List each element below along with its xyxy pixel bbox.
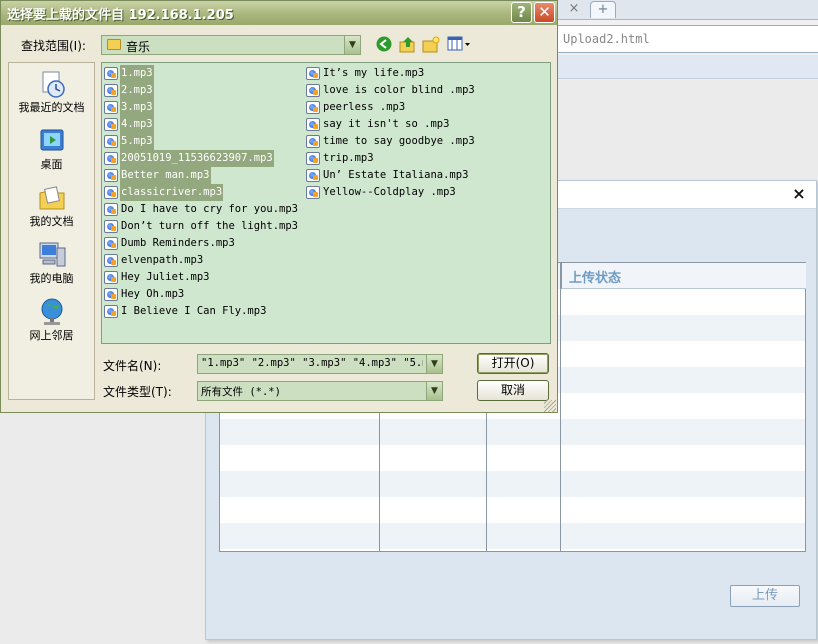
open-button[interactable]: 打开(O): [477, 353, 549, 374]
dialog-titlebar[interactable]: 选择要上载的文件自 192.168.1.205 ? ✕: [1, 1, 557, 25]
chevron-down-icon[interactable]: ▼: [426, 382, 442, 400]
filename-label: 文件名(N):: [103, 359, 162, 373]
audio-file-icon: [104, 118, 118, 131]
audio-file-icon: [306, 67, 320, 80]
modal-close-icon[interactable]: ×: [789, 184, 809, 204]
place-desktop[interactable]: 桌面: [9, 126, 94, 172]
audio-file-icon: [306, 186, 320, 199]
place-label: 桌面: [40, 158, 63, 171]
back-icon[interactable]: [375, 36, 393, 54]
view-menu-icon[interactable]: [447, 36, 471, 54]
new-tab-button[interactable]: +: [590, 1, 616, 18]
address-url: Upload2.html: [563, 32, 650, 46]
network-places-icon: [37, 297, 67, 327]
audio-file-icon: [306, 152, 320, 165]
place-network[interactable]: 网上邻居: [9, 297, 94, 343]
filename-input[interactable]: "1.mp3" "2.mp3" "3.mp3" "4.mp3" "5.mp3 ▼: [197, 354, 443, 374]
close-button[interactable]: ✕: [534, 2, 555, 23]
table-row: [220, 419, 805, 445]
audio-file-icon: [306, 135, 320, 148]
filetype-value: 所有文件 (*.*): [201, 386, 281, 398]
audio-file-icon: [104, 101, 118, 114]
table-row: [220, 497, 805, 523]
place-label: 我的文档: [29, 215, 74, 228]
look-in-label: 查找范围(I):: [21, 39, 86, 53]
browser-toolbar: [555, 55, 818, 79]
audio-file-icon: [104, 169, 118, 182]
up-folder-icon[interactable]: [399, 36, 417, 54]
audio-file-icon: [104, 305, 118, 318]
audio-file-icon: [104, 135, 118, 148]
filename-value: "1.mp3" "2.mp3" "3.mp3" "4.mp3" "5.mp3: [201, 357, 423, 369]
place-label: 网上邻居: [29, 329, 74, 342]
audio-file-icon: [104, 220, 118, 233]
place-label: 我的电脑: [29, 272, 74, 285]
resize-grip[interactable]: [544, 400, 556, 412]
address-bar[interactable]: Upload2.html: [555, 25, 818, 53]
audio-file-icon: [306, 84, 320, 97]
my-documents-icon: [37, 183, 67, 213]
file-list[interactable]: 1.mp3 2.mp3 3.mp3 4.mp3 5.mp3 20051019_1…: [101, 62, 551, 344]
upload-button[interactable]: 上传: [730, 585, 800, 607]
place-my-computer[interactable]: 我的电脑: [9, 240, 94, 286]
audio-file-icon: [104, 271, 118, 284]
filetype-dropdown[interactable]: 所有文件 (*.*) ▼: [197, 381, 443, 401]
audio-file-icon: [104, 254, 118, 267]
column-divider: [560, 263, 561, 551]
help-button[interactable]: ?: [511, 2, 532, 23]
audio-file-icon: [104, 67, 118, 80]
audio-file-icon: [104, 152, 118, 165]
place-my-documents[interactable]: 我的文档: [9, 183, 94, 229]
audio-file-icon: [104, 186, 118, 199]
audio-file-icon: [104, 237, 118, 250]
audio-file-icon: [306, 101, 320, 114]
status-column-header: 上传状态: [561, 263, 806, 289]
dialog-title: 选择要上载的文件自 192.168.1.205: [7, 8, 234, 23]
file-open-dialog: 选择要上载的文件自 192.168.1.205 ? ✕ 查找范围(I): 音乐 …: [0, 0, 558, 413]
look-in-value: 音乐: [126, 40, 151, 54]
cancel-button[interactable]: 取消: [477, 380, 549, 401]
table-row: [220, 471, 805, 497]
table-row: [220, 445, 805, 471]
audio-file-icon: [306, 169, 320, 182]
desktop-icon: [37, 126, 67, 156]
chevron-down-icon[interactable]: ▼: [344, 36, 360, 54]
place-recent-documents[interactable]: 我最近的文档: [9, 69, 94, 115]
folder-icon: [107, 39, 121, 50]
new-folder-icon[interactable]: [422, 36, 440, 54]
table-row: [220, 523, 805, 549]
audio-file-icon: [104, 288, 118, 301]
filetype-label: 文件类型(T):: [103, 385, 172, 399]
my-computer-icon: [37, 240, 67, 270]
tab-close-icon[interactable]: ×: [565, 1, 583, 17]
look-in-dropdown[interactable]: 音乐 ▼: [101, 35, 361, 55]
audio-file-icon: [306, 118, 320, 131]
recent-documents-icon: [37, 69, 67, 99]
audio-file-icon: [104, 203, 118, 216]
chevron-down-icon[interactable]: ▼: [426, 355, 442, 373]
places-bar: 我最近的文档 桌面 我的文档 我的电脑 网上邻居: [8, 62, 95, 400]
place-label: 我最近的文档: [18, 101, 85, 114]
audio-file-icon: [104, 84, 118, 97]
